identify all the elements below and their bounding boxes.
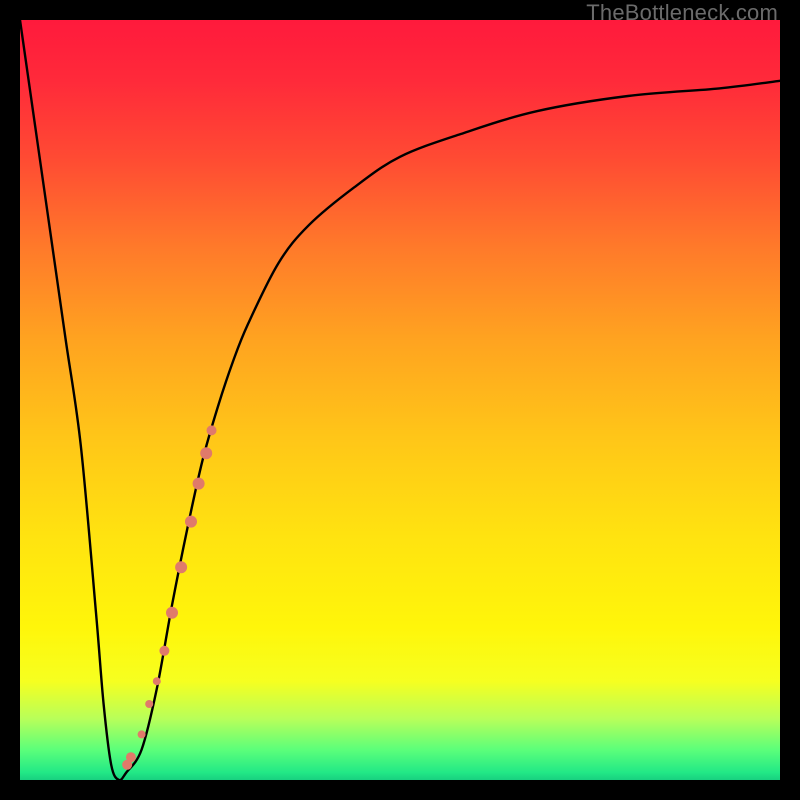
data-marker: [175, 561, 187, 573]
curve-layer: [20, 20, 780, 780]
data-marker: [138, 730, 146, 738]
data-marker: [185, 516, 197, 528]
bottleneck-curve: [20, 20, 780, 780]
data-marker: [207, 425, 217, 435]
data-marker: [153, 677, 161, 685]
data-marker: [126, 752, 136, 762]
plot-area: [20, 20, 780, 780]
chart-frame: TheBottleneck.com: [0, 0, 800, 800]
data-marker: [166, 607, 178, 619]
data-marker: [193, 478, 205, 490]
data-markers: [122, 425, 216, 769]
data-marker: [159, 646, 169, 656]
data-marker: [145, 700, 153, 708]
data-marker: [200, 447, 212, 459]
